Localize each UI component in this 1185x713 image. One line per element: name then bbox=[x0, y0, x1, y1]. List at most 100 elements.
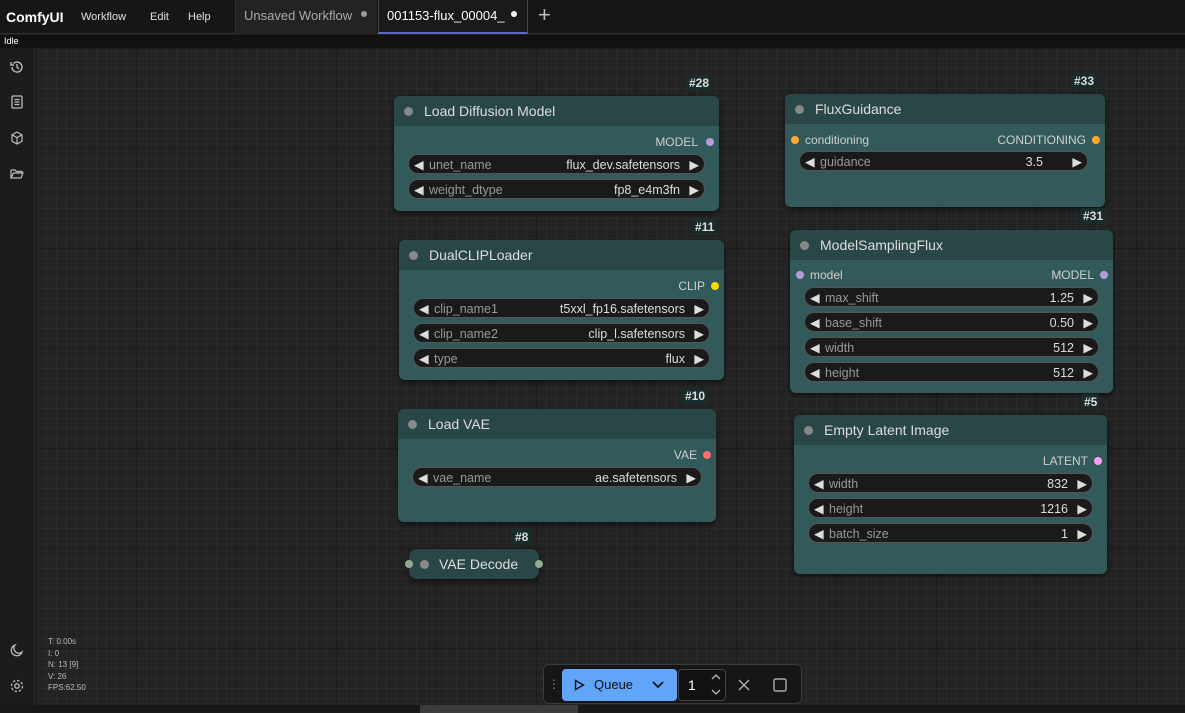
left-arrow-icon[interactable]: ◀ bbox=[814, 526, 824, 541]
collapse-dot-icon[interactable] bbox=[409, 251, 418, 260]
widget-clip-name1[interactable]: ◀ clip_name1 t5xxl_fp16.safetensors ▶ bbox=[413, 298, 710, 318]
widget-unet-name[interactable]: ◀ unet_name flux_dev.safetensors ▶ bbox=[408, 154, 705, 174]
node-header[interactable]: Load Diffusion Model bbox=[394, 96, 719, 126]
right-arrow-icon[interactable]: ▶ bbox=[1083, 365, 1093, 380]
horizontal-scrollbar[interactable] bbox=[0, 705, 1185, 713]
output-socket[interactable] bbox=[535, 560, 543, 568]
widget-name: height bbox=[829, 502, 864, 516]
queue-list-icon[interactable] bbox=[9, 94, 25, 110]
left-arrow-icon[interactable]: ◀ bbox=[805, 154, 815, 169]
model-output-socket[interactable] bbox=[706, 138, 714, 146]
settings-gear-icon[interactable] bbox=[9, 678, 25, 694]
left-arrow-icon[interactable]: ◀ bbox=[414, 182, 424, 197]
widget-base-shift[interactable]: ◀ base_shift 0.50 ▶ bbox=[804, 312, 1099, 332]
widget-batch-size[interactable]: ◀ batch_size 1 ▶ bbox=[808, 523, 1093, 543]
right-arrow-icon[interactable]: ▶ bbox=[1083, 340, 1093, 355]
right-arrow-icon[interactable]: ▶ bbox=[1083, 315, 1093, 330]
node-load-vae[interactable]: Load VAE VAE ◀ vae_name ae.safetensors ▶ bbox=[398, 409, 716, 522]
right-arrow-icon[interactable]: ▶ bbox=[1072, 154, 1082, 169]
widget-guidance[interactable]: ◀ guidance 3.5 ▶ bbox=[799, 151, 1088, 171]
conditioning-input-socket[interactable] bbox=[791, 136, 799, 144]
collapse-dot-icon[interactable] bbox=[800, 241, 809, 250]
right-arrow-icon[interactable]: ▶ bbox=[1077, 501, 1087, 516]
widget-max-shift[interactable]: ◀ max_shift 1.25 ▶ bbox=[804, 287, 1099, 307]
stop-square-icon[interactable] bbox=[773, 678, 787, 692]
widget-width[interactable]: ◀ width 512 ▶ bbox=[804, 337, 1099, 357]
collapse-dot-icon[interactable] bbox=[404, 107, 413, 116]
app-logo[interactable]: ComfyUI bbox=[6, 9, 64, 25]
node-dual-clip-loader[interactable]: DualCLIPLoader CLIP ◀ clip_name1 t5xxl_f… bbox=[399, 240, 724, 380]
node-header[interactable]: Load VAE bbox=[398, 409, 716, 439]
right-arrow-icon[interactable]: ▶ bbox=[689, 157, 699, 172]
collapse-dot-icon[interactable] bbox=[795, 105, 804, 114]
node-header[interactable]: ModelSamplingFlux bbox=[790, 230, 1113, 260]
widget-value: 3.5 bbox=[1025, 155, 1043, 169]
clip-output-socket[interactable] bbox=[711, 282, 719, 290]
widget-height[interactable]: ◀ height 1216 ▶ bbox=[808, 498, 1093, 518]
left-arrow-icon[interactable]: ◀ bbox=[810, 315, 820, 330]
left-arrow-icon[interactable]: ◀ bbox=[810, 290, 820, 305]
model-output-socket[interactable] bbox=[1100, 271, 1108, 279]
widget-width[interactable]: ◀ width 832 ▶ bbox=[808, 473, 1093, 493]
left-arrow-icon[interactable]: ◀ bbox=[419, 301, 429, 316]
right-arrow-icon[interactable]: ▶ bbox=[694, 301, 704, 316]
collapse-dot-icon[interactable] bbox=[420, 560, 429, 569]
right-arrow-icon[interactable]: ▶ bbox=[1083, 290, 1093, 305]
node-header[interactable]: DualCLIPLoader bbox=[399, 240, 724, 270]
right-arrow-icon[interactable]: ▶ bbox=[689, 182, 699, 197]
conditioning-output-socket[interactable] bbox=[1092, 136, 1100, 144]
widget-weight-dtype[interactable]: ◀ weight_dtype fp8_e4m3fn ▶ bbox=[408, 179, 705, 199]
left-arrow-icon[interactable]: ◀ bbox=[814, 501, 824, 516]
increment-chevron-icon[interactable] bbox=[711, 673, 721, 681]
input-socket[interactable] bbox=[405, 560, 413, 568]
left-arrow-icon[interactable]: ◀ bbox=[810, 340, 820, 355]
widget-height[interactable]: ◀ height 512 ▶ bbox=[804, 362, 1099, 382]
right-arrow-icon[interactable]: ▶ bbox=[1077, 476, 1087, 491]
unsaved-dot-icon[interactable] bbox=[510, 10, 518, 18]
drag-handle-icon[interactable]: ⋮ bbox=[548, 677, 560, 691]
menu-help[interactable]: Help bbox=[188, 11, 211, 23]
collapse-dot-icon[interactable] bbox=[408, 420, 417, 429]
theme-moon-icon[interactable] bbox=[9, 642, 25, 658]
left-arrow-icon[interactable]: ◀ bbox=[414, 157, 424, 172]
vae-output-socket[interactable] bbox=[703, 451, 711, 459]
left-arrow-icon[interactable]: ◀ bbox=[418, 470, 428, 485]
left-arrow-icon[interactable]: ◀ bbox=[814, 476, 824, 491]
widget-type[interactable]: ◀ type flux ▶ bbox=[413, 348, 710, 368]
model-cube-icon[interactable] bbox=[9, 130, 25, 146]
close-x-icon[interactable] bbox=[738, 679, 750, 691]
node-flux-guidance[interactable]: FluxGuidance conditioning CONDITIONING ◀… bbox=[785, 94, 1105, 207]
node-header[interactable]: Empty Latent Image bbox=[794, 415, 1107, 445]
node-load-diffusion-model[interactable]: Load Diffusion Model MODEL ◀ unet_name f… bbox=[394, 96, 719, 211]
left-arrow-icon[interactable]: ◀ bbox=[419, 326, 429, 341]
right-arrow-icon[interactable]: ▶ bbox=[686, 470, 696, 485]
model-input-socket[interactable] bbox=[796, 271, 804, 279]
widget-vae-name[interactable]: ◀ vae_name ae.safetensors ▶ bbox=[412, 467, 702, 487]
right-arrow-icon[interactable]: ▶ bbox=[694, 351, 704, 366]
left-arrow-icon[interactable]: ◀ bbox=[419, 351, 429, 366]
latent-output-socket[interactable] bbox=[1094, 457, 1102, 465]
node-empty-latent-image[interactable]: Empty Latent Image LATENT ◀ width 832 ▶ … bbox=[794, 415, 1107, 574]
node-model-sampling-flux[interactable]: ModelSamplingFlux model MODEL ◀ max_shif… bbox=[790, 230, 1113, 393]
history-icon[interactable] bbox=[9, 59, 25, 75]
queue-button[interactable]: Queue bbox=[562, 669, 677, 701]
menu-workflow[interactable]: Workflow bbox=[81, 11, 126, 23]
queue-count-input[interactable]: 1 bbox=[678, 669, 726, 701]
chevron-down-icon[interactable] bbox=[651, 680, 665, 690]
new-tab-plus-icon[interactable]: + bbox=[538, 4, 551, 26]
top-menubar: ComfyUI Workflow Edit Help Unsaved Workf… bbox=[0, 0, 1185, 34]
folder-open-icon[interactable] bbox=[9, 166, 25, 182]
node-vae-decode-collapsed[interactable]: VAE Decode bbox=[405, 549, 543, 579]
menu-edit[interactable]: Edit bbox=[150, 11, 169, 23]
node-header[interactable]: FluxGuidance bbox=[785, 94, 1105, 124]
tab-unsaved-workflow[interactable]: Unsaved Workflow bbox=[235, 0, 377, 34]
scrollbar-thumb[interactable] bbox=[420, 705, 578, 713]
collapse-dot-icon[interactable] bbox=[804, 426, 813, 435]
decrement-chevron-icon[interactable] bbox=[711, 688, 721, 696]
left-arrow-icon[interactable]: ◀ bbox=[810, 365, 820, 380]
unsaved-dot-icon[interactable] bbox=[360, 10, 368, 18]
right-arrow-icon[interactable]: ▶ bbox=[694, 326, 704, 341]
tab-active-workflow[interactable]: 001153-flux_00004_ bbox=[378, 0, 528, 34]
widget-clip-name2[interactable]: ◀ clip_name2 clip_l.safetensors ▶ bbox=[413, 323, 710, 343]
right-arrow-icon[interactable]: ▶ bbox=[1077, 526, 1087, 541]
